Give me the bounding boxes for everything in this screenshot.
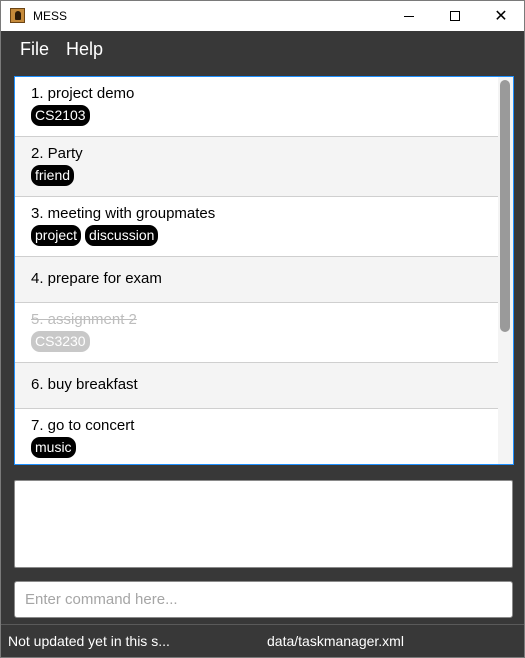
task-title: 6. buy breakfast	[31, 376, 138, 393]
result-display[interactable]	[14, 480, 513, 568]
maximize-icon	[450, 11, 460, 21]
minimize-button[interactable]	[386, 1, 432, 31]
save-location: data/taskmanager.xml	[267, 633, 404, 649]
task-tag: CS3230	[31, 331, 90, 352]
task-list-scrollbar[interactable]	[500, 80, 510, 332]
command-input[interactable]	[14, 581, 513, 618]
sync-status: Not updated yet in this s...	[8, 633, 170, 649]
task-title: 7. go to concert	[31, 417, 135, 434]
task-card[interactable]: 2. Party friend	[15, 137, 498, 197]
task-tag: friend	[31, 165, 75, 186]
minimize-icon	[404, 15, 414, 17]
window-titlebar: MESS ✕	[0, 0, 525, 31]
app-icon	[10, 8, 25, 23]
task-tags: project discussion	[31, 225, 498, 246]
task-tag: CS2103	[31, 105, 90, 126]
task-list-content: 1. project demo CS2103 2. Party friend 3. me…	[15, 77, 498, 464]
task-list[interactable]: 1. project demo CS2103 2. Party friend 3. me…	[14, 76, 514, 465]
task-title: 5. assignment 2	[31, 311, 137, 328]
task-card[interactable]: 3. meeting with groupmates project discuss…	[15, 197, 498, 257]
task-title: 4. prepare for exam	[31, 270, 162, 287]
task-card[interactable]: 1. project demo CS2103	[15, 77, 498, 137]
menu-file[interactable]: File	[20, 39, 49, 60]
task-tags: music	[31, 437, 498, 458]
maximize-button[interactable]	[432, 1, 478, 31]
task-tag: music	[31, 437, 76, 458]
app-body: 1. project demo CS2103 2. Party friend 3. me…	[0, 66, 525, 658]
close-icon: ✕	[494, 6, 508, 25]
task-tags: friend	[31, 165, 498, 186]
task-card[interactable]: 5. assignment 2 CS3230	[15, 303, 498, 363]
task-card[interactable]: 4. prepare for exam	[15, 257, 498, 303]
menu-help[interactable]: Help	[66, 39, 103, 60]
task-card[interactable]: 7. go to concert music	[15, 409, 498, 464]
task-tags: CS3230	[31, 331, 498, 352]
task-title: 1. project demo	[31, 85, 135, 102]
task-tag: project	[31, 225, 82, 246]
task-tags: CS2103	[31, 105, 498, 126]
status-bar: Not updated yet in this s... data/taskma…	[1, 624, 524, 657]
menu-bar: File Help	[0, 31, 525, 66]
task-card[interactable]: 6. buy breakfast	[15, 363, 498, 409]
task-title: 3. meeting with groupmates	[31, 205, 216, 222]
task-title: 2. Party	[31, 145, 83, 162]
task-tag: discussion	[85, 225, 159, 246]
close-button[interactable]: ✕	[478, 1, 524, 31]
window-title: MESS	[33, 9, 68, 23]
